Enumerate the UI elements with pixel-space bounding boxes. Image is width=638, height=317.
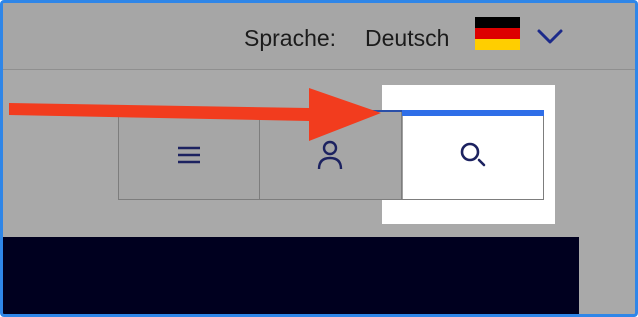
search-icon bbox=[460, 142, 486, 167]
dark-banner bbox=[3, 237, 579, 314]
top-bar: Sprache: Deutsch bbox=[3, 3, 635, 70]
pointer-arrow-icon bbox=[9, 88, 381, 141]
screenshot-frame: Sprache: Deutsch bbox=[0, 0, 638, 317]
chevron-down-icon[interactable] bbox=[535, 23, 565, 49]
hamburger-menu-icon bbox=[178, 146, 201, 164]
german-flag-icon bbox=[475, 17, 520, 50]
language-label: Sprache: bbox=[244, 25, 337, 51]
search-button[interactable] bbox=[401, 110, 545, 199]
language-selector[interactable]: Deutsch bbox=[365, 25, 449, 52]
